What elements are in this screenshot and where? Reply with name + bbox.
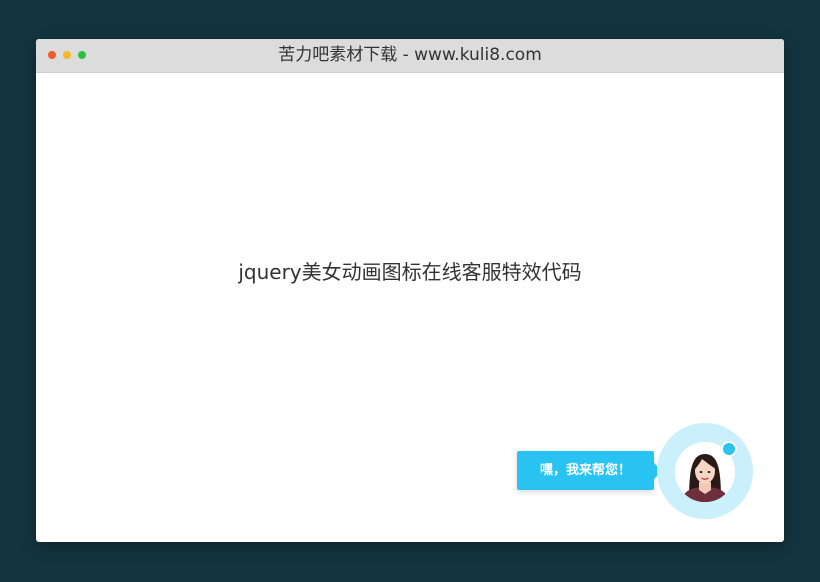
browser-window: 苦力吧素材下载 - www.kuli8.com jquery美女动画图标在线客服… bbox=[36, 39, 784, 542]
page-heading: jquery美女动画图标在线客服特效代码 bbox=[238, 260, 582, 284]
window-title: 苦力吧素材下载 - www.kuli8.com bbox=[278, 45, 542, 65]
chat-greeting-text: 嘿，我来帮您！ bbox=[539, 463, 631, 478]
window-titlebar: 苦力吧素材下载 - www.kuli8.com bbox=[36, 39, 784, 73]
online-status-icon bbox=[721, 441, 737, 457]
page-content: jquery美女动画图标在线客服特效代码 嘿，我来帮您！ bbox=[36, 73, 784, 542]
chat-avatar-button[interactable] bbox=[657, 423, 753, 519]
chat-greeting-bubble[interactable]: 嘿，我来帮您！ bbox=[517, 451, 662, 490]
